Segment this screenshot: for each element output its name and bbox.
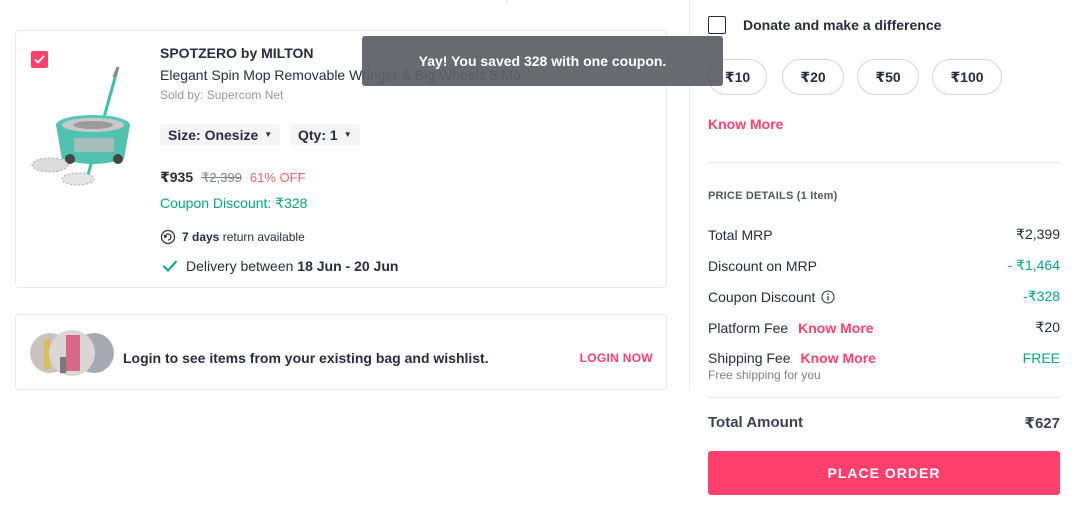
caret-down-icon: ▼ [343, 130, 352, 139]
return-days: 7 days [182, 230, 220, 244]
return-icon [160, 229, 176, 245]
donate-label: Donate and make a difference [743, 17, 942, 33]
shipping-fee-know-more-link[interactable]: Know More [801, 350, 876, 366]
donation-amount-50[interactable]: ₹50 [857, 59, 919, 95]
price-row-total-mrp: Total MRP ₹2,399 [708, 226, 1060, 243]
coupon-toast: Yay! You saved 328 with one coupon. [362, 36, 723, 86]
donate-option[interactable]: Donate and make a difference [708, 16, 941, 34]
platform-fee-know-more-link[interactable]: Know More [798, 320, 873, 336]
discount-percent: 61% OFF [249, 170, 306, 185]
total-value: ₹627 [1024, 415, 1060, 432]
divider [708, 397, 1060, 398]
product-image[interactable] [30, 63, 140, 188]
wishlist-preview-images [30, 325, 114, 381]
return-text: return available [222, 230, 305, 244]
size-label: Size: Onesize [168, 126, 259, 143]
divider [708, 162, 1060, 163]
price-row: ₹935 ₹2,399 61% OFF [160, 169, 306, 186]
price-label: Discount on MRP [708, 257, 817, 274]
seller-name: Sold by: Supercom Net [160, 88, 284, 102]
qty-label: Qty: 1 [298, 126, 338, 143]
total-amount-row: Total Amount ₹627 [708, 414, 1060, 432]
donation-amount-20[interactable]: ₹20 [782, 59, 844, 95]
delivery-info: Delivery between 18 Jun - 20 Jun [162, 258, 398, 274]
login-banner: Login to see items from your existing ba… [15, 314, 667, 390]
price-row-shipping-fee: Shipping Fee Know More FREE [708, 350, 1060, 366]
price-row-coupon-discount: Coupon Discount -₹328 [708, 288, 1060, 305]
login-now-link[interactable]: LOGIN NOW [580, 351, 653, 365]
price-value: FREE [1022, 350, 1060, 366]
check-icon [162, 260, 178, 272]
cart-page: SPOTZERO by MILTON Elegant Spin Mop Remo… [0, 0, 1092, 509]
price-value: - ₹1,464 [1007, 257, 1061, 273]
price-value: ₹2,399 [1016, 226, 1060, 242]
price-row-discount-mrp: Discount on MRP - ₹1,464 [708, 257, 1060, 274]
donation-know-more-link[interactable]: Know More [708, 116, 783, 132]
price-label: Shipping Fee [708, 350, 791, 366]
donate-checkbox[interactable] [708, 16, 726, 34]
caret-down-icon: ▼ [264, 130, 273, 139]
price-label: Coupon Discount [708, 288, 816, 305]
size-selector[interactable]: Size: Onesize ▼ [160, 124, 281, 145]
info-icon[interactable] [821, 290, 835, 304]
price-value: ₹20 [1035, 319, 1060, 335]
place-order-button[interactable]: PLACE ORDER [708, 451, 1060, 495]
donation-amount-100[interactable]: ₹100 [932, 59, 1002, 95]
return-info: 7 days return available [160, 229, 305, 245]
delivery-dates: 18 Jun - 20 Jun [297, 258, 399, 274]
selling-price: ₹935 [160, 169, 194, 185]
price-row-platform-fee: Platform Fee Know More ₹20 [708, 319, 1060, 336]
qty-selector[interactable]: Qty: 1 ▼ [290, 124, 360, 145]
price-details-title: PRICE DETAILS (1 Item) [708, 190, 838, 202]
login-message: Login to see items from your existing ba… [123, 350, 489, 366]
delivery-prefix: Delivery between [186, 258, 294, 274]
price-label: Platform Fee [708, 319, 789, 336]
price-value: -₹328 [1023, 288, 1060, 304]
divider [506, 0, 507, 4]
price-label: Total MRP [708, 226, 773, 243]
mrp-price: ₹2,399 [201, 170, 242, 185]
product-brand[interactable]: SPOTZERO by MILTON [160, 45, 314, 61]
total-label: Total Amount [708, 414, 803, 431]
shipping-note: Free shipping for you [708, 368, 821, 382]
coupon-discount: Coupon Discount: ₹328 [160, 195, 308, 211]
